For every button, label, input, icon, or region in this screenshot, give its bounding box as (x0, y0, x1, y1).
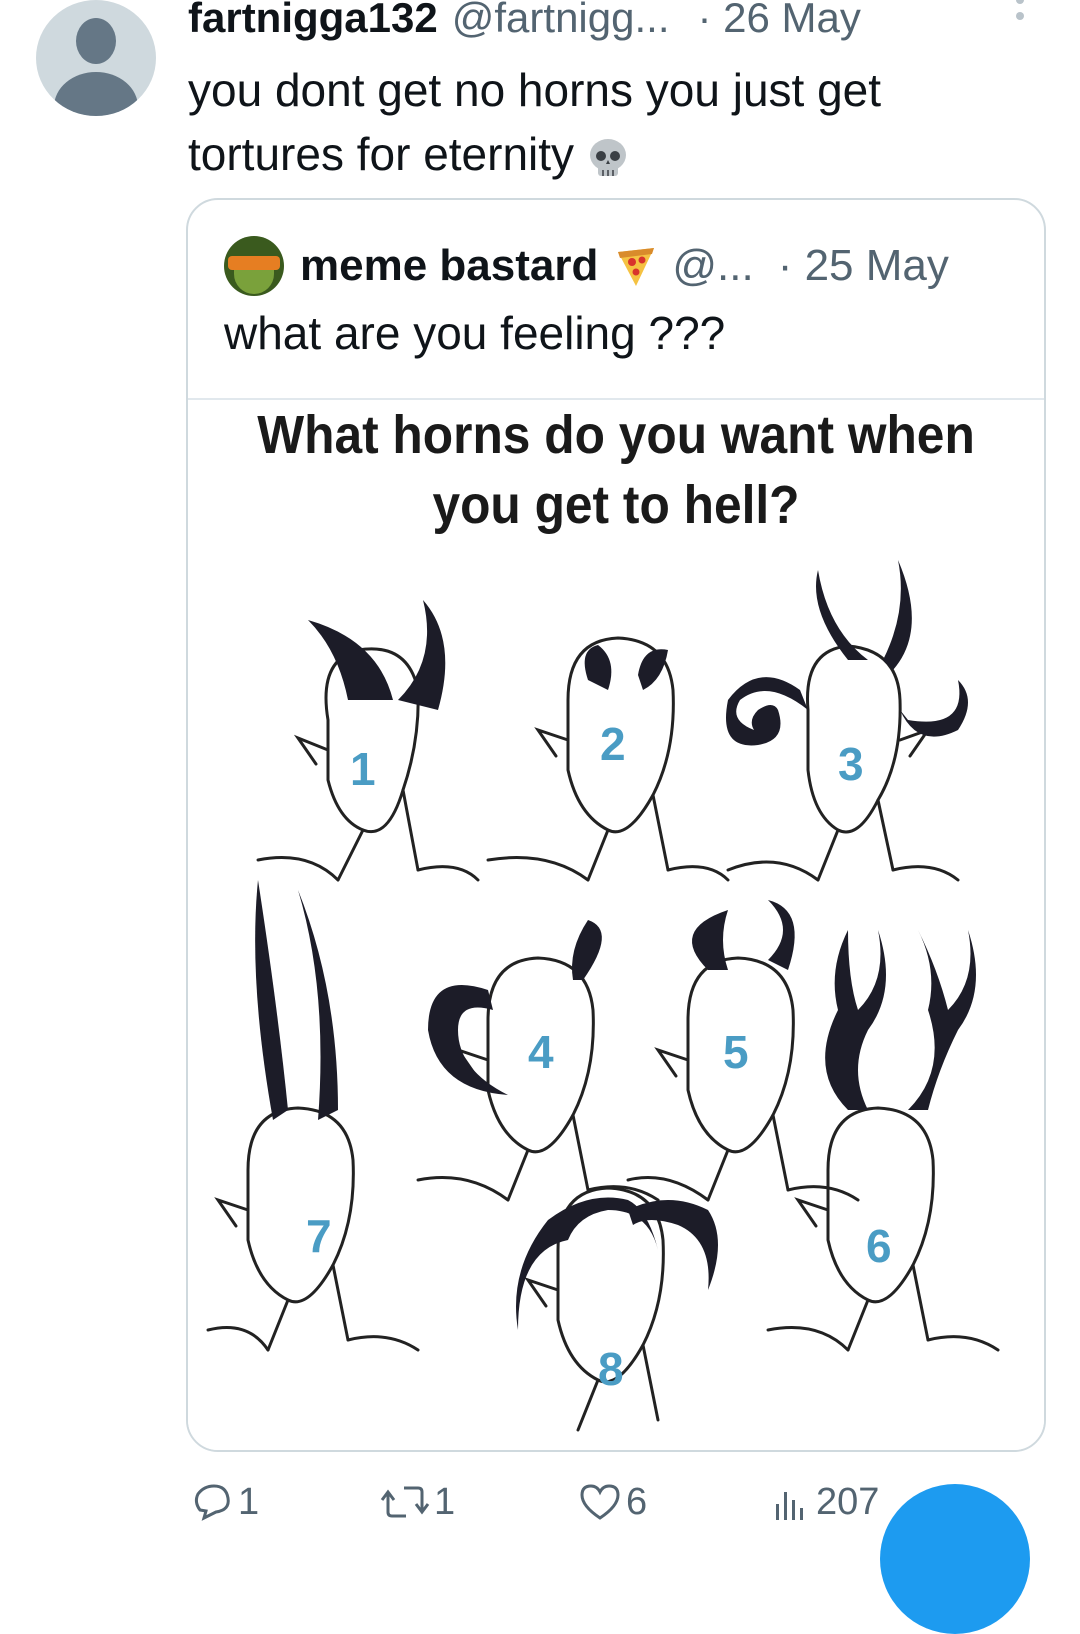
quoted-tweet-image[interactable]: What horns do you want when you get to h… (188, 398, 1044, 1450)
author-display-name[interactable]: fartnigga132 (188, 0, 438, 42)
like-button[interactable]: 6 (578, 1480, 647, 1524)
quoted-author-display-name[interactable]: meme bastard (300, 241, 598, 291)
quoted-tweet-date[interactable]: · 25 May (778, 241, 949, 291)
views-icon (776, 1492, 803, 1520)
meme-title: What horns do you want when you get to h… (257, 405, 975, 535)
like-count: 6 (626, 1480, 648, 1523)
repost-button[interactable]: 1 (380, 1480, 455, 1524)
reply-count: 1 (238, 1480, 260, 1523)
quoted-tweet-card[interactable]: meme bastard @... · 25 May what are you … (186, 198, 1046, 1452)
views-count: 207 (816, 1480, 880, 1523)
reply-icon (194, 1484, 230, 1521)
author-handle[interactable]: @fartnigg... (452, 0, 670, 42)
horn-number-8: 8 (598, 1343, 624, 1395)
views-button[interactable]: 207 (772, 1480, 879, 1524)
skull-icon (590, 139, 627, 176)
author-avatar[interactable] (36, 0, 156, 116)
quoted-author-handle[interactable]: @... (672, 241, 753, 291)
horns-illustration: 1 2 3 4 5 6 7 8 (206, 560, 1000, 1432)
horn-number-7: 7 (306, 1210, 332, 1262)
horn-number-1: 1 (350, 743, 376, 795)
quoted-author-avatar[interactable] (224, 236, 284, 296)
pizza-icon (618, 248, 655, 286)
tweet-date[interactable]: · 26 May (697, 0, 860, 42)
horn-number-6: 6 (866, 1220, 892, 1272)
repost-icon (380, 1486, 430, 1518)
horn-number-5: 5 (723, 1026, 749, 1078)
horn-number-3: 3 (838, 738, 864, 790)
quoted-tweet-header: meme bastard @... · 25 May (224, 236, 949, 296)
horn-number-4: 4 (528, 1026, 554, 1078)
tweet-text: you dont get no horns you just get tortu… (188, 58, 1048, 186)
tweet-header: fartnigga132 @fartnigg... · 26 May (188, 0, 1048, 44)
more-options-icon[interactable] (1014, 0, 1026, 36)
quoted-tweet-text: what are you feeling ??? (224, 307, 726, 359)
reply-button[interactable]: 1 (190, 1480, 259, 1524)
heart-icon (580, 1484, 620, 1520)
horn-number-2: 2 (600, 718, 626, 770)
compose-fab-button[interactable] (880, 1484, 1030, 1634)
repost-count: 1 (434, 1480, 456, 1523)
tweet-text-content: you dont get no horns you just get tortu… (188, 64, 882, 180)
